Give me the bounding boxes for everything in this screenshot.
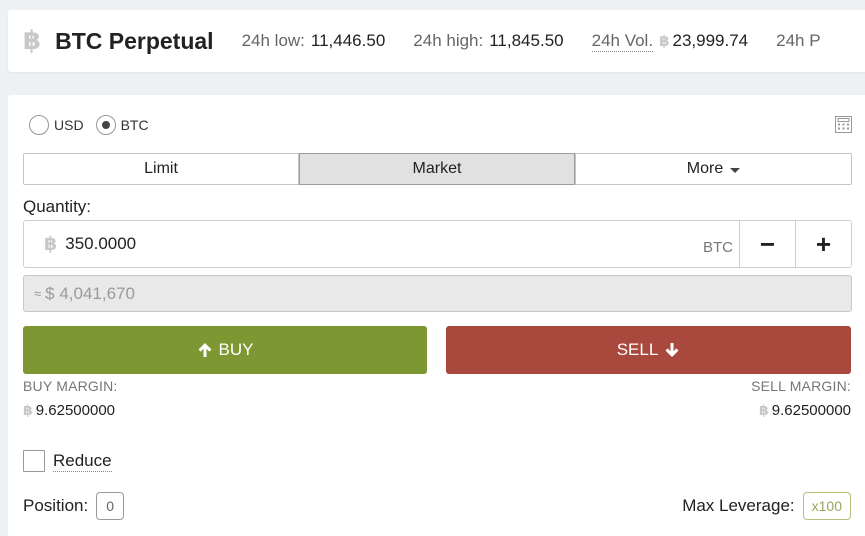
stat-label: 24h low:: [241, 31, 305, 50]
tab-more[interactable]: More: [575, 153, 852, 185]
sell-label: SELL: [616, 340, 659, 359]
quantity-increment-button[interactable]: +: [795, 221, 851, 267]
quantity-label: Quantity:: [23, 197, 92, 216]
calculator-icon[interactable]: [835, 116, 852, 133]
order-type-tabs: Limit Market More: [23, 153, 852, 185]
stat-24h-volume: 24h Vol. ฿ 23,999.74: [591, 30, 749, 52]
sell-margin-value: 9.62500000: [771, 402, 851, 419]
stat-label: 24h P: [776, 31, 821, 50]
buy-label: BUY: [218, 340, 254, 359]
instrument-header: ฿ BTC Perpetual 24h low: 11,446.50 24h h…: [8, 10, 865, 72]
order-panel: USD BTC Limit Market More Quantity: ฿ 35…: [8, 95, 865, 536]
caret-down-icon: [730, 167, 741, 173]
tab-market[interactable]: Market: [299, 153, 575, 185]
radio-label-usd[interactable]: USD: [54, 117, 84, 133]
bitcoin-icon: ฿: [23, 26, 42, 56]
tab-label: More: [686, 160, 724, 177]
position-badge: 0: [96, 492, 125, 520]
reduce-option: Reduce: [23, 450, 112, 472]
quantity-value[interactable]: 350.0000: [65, 234, 703, 254]
sell-margin: ฿ 9.62500000: [759, 402, 851, 419]
tab-label: Market: [412, 160, 462, 177]
stat-label[interactable]: 24h Vol.: [591, 31, 654, 52]
position-info: Position: 0: [23, 492, 125, 520]
stat-value: 23,999.74: [672, 30, 749, 50]
stat-value: 11,845.50: [489, 31, 564, 50]
arrow-up-icon: [198, 343, 212, 357]
sell-button[interactable]: SELL: [446, 326, 851, 374]
arrow-down-icon: [665, 343, 679, 357]
buy-margin: ฿ 9.62500000: [23, 402, 115, 419]
max-leverage-badge[interactable]: x100: [802, 492, 851, 520]
fiat-equivalent-field: ≈ $ 4,041,670: [23, 275, 852, 312]
quantity-unit: BTC: [703, 238, 733, 256]
tab-limit[interactable]: Limit: [23, 153, 299, 185]
sell-margin-label: SELL MARGIN:: [751, 378, 851, 394]
quantity-input[interactable]: ฿ 350.0000 BTC − +: [23, 220, 852, 268]
buy-button[interactable]: BUY: [23, 326, 427, 374]
radio-usd[interactable]: [29, 115, 49, 135]
quantity-decrement-button[interactable]: −: [739, 221, 795, 267]
stat-24h-high: 24h high: 11,845.50: [413, 31, 563, 51]
buy-margin-value: 9.62500000: [35, 402, 115, 419]
bitcoin-icon: ฿: [759, 402, 769, 419]
tab-label: Limit: [144, 160, 178, 177]
radio-label-btc[interactable]: BTC: [121, 117, 149, 133]
stat-24h-truncated: 24h P: [776, 31, 826, 51]
reduce-checkbox[interactable]: [23, 450, 45, 472]
currency-selector: USD BTC: [29, 115, 161, 135]
bitcoin-icon: ฿: [44, 233, 58, 255]
bitcoin-icon: ฿: [659, 31, 670, 50]
stat-label: 24h high:: [413, 31, 484, 50]
max-leverage-info: Max Leverage: x100: [682, 492, 851, 520]
bitcoin-icon: ฿: [23, 402, 33, 419]
fiat-equivalent-value: $ 4,041,670: [45, 283, 135, 303]
stat-value: 11,446.50: [310, 31, 386, 50]
radio-btc[interactable]: [95, 115, 116, 135]
instrument-title: BTC Perpetual: [55, 27, 214, 54]
approx-symbol: ≈: [34, 286, 42, 301]
position-label: Position:: [23, 496, 89, 515]
buy-margin-label: BUY MARGIN:: [23, 378, 118, 394]
max-leverage-label: Max Leverage:: [682, 496, 795, 515]
stat-24h-low: 24h low: 11,446.50: [242, 31, 386, 51]
reduce-label[interactable]: Reduce: [53, 451, 112, 472]
